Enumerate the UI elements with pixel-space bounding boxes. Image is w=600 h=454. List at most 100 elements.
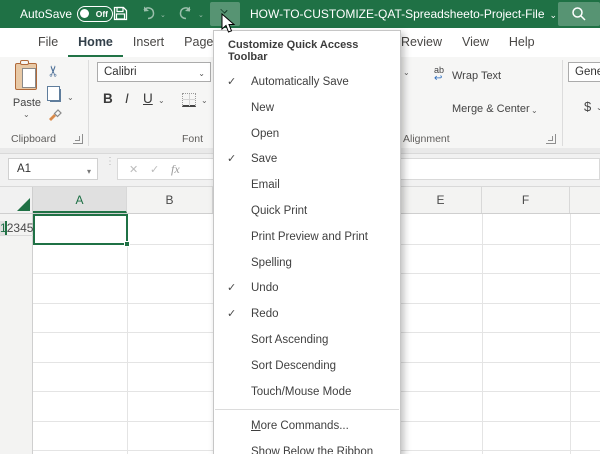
qat-menu-item-label: Undo bbox=[251, 282, 279, 294]
currency-format-button[interactable]: $ bbox=[584, 99, 591, 114]
check-icon: ✓ bbox=[227, 302, 236, 328]
qat-menu-item-label: Spelling bbox=[251, 257, 292, 269]
qat-menu-item[interactable]: ✓ New bbox=[214, 96, 400, 122]
row-header[interactable]: 4 bbox=[20, 221, 27, 236]
underline-button[interactable]: U bbox=[143, 91, 153, 106]
column-header-a[interactable]: A bbox=[33, 187, 127, 213]
qat-menu-item-label: More Commands... bbox=[251, 420, 349, 432]
cancel-icon[interactable]: ✕ bbox=[129, 163, 138, 176]
menu-separator bbox=[215, 409, 399, 410]
qat-menu-item[interactable]: ✓ Redo bbox=[214, 302, 400, 328]
enter-icon[interactable]: ✓ bbox=[150, 163, 159, 176]
qat-menu-items: ✓ Automatically Save ✓ New ✓ Open ✓ Save… bbox=[214, 70, 400, 405]
row-header[interactable]: 1 bbox=[0, 221, 7, 236]
ribbon-tab[interactable]: Home bbox=[68, 28, 123, 57]
merge-dropdown-chevron-icon[interactable]: ⌄ bbox=[531, 106, 538, 115]
select-all-triangle-icon bbox=[17, 198, 30, 211]
qat-menu-item[interactable]: ✓ Undo bbox=[214, 276, 400, 302]
orientation-dropdown-chevron-icon[interactable]: ⌄ bbox=[403, 68, 410, 77]
selected-cell-a1[interactable] bbox=[33, 214, 128, 245]
qat-menu-item[interactable]: ✓ Save bbox=[214, 147, 400, 173]
undo-dropdown-chevron-icon[interactable]: ⌄ bbox=[160, 11, 166, 19]
number-format-combobox[interactable]: Gener bbox=[568, 62, 600, 82]
qat-menu-header: Customize Quick Access Toolbar bbox=[214, 31, 400, 70]
autosave-toggle[interactable]: Off bbox=[77, 6, 113, 22]
autosave-toggle-knob bbox=[80, 9, 89, 18]
font-name-chevron-icon: ⌄ bbox=[198, 69, 205, 78]
autosave-label: AutoSave bbox=[20, 7, 72, 21]
column-header-b[interactable]: B bbox=[127, 187, 213, 213]
wrap-text-icon[interactable]: ab↩ bbox=[434, 66, 450, 83]
qat-menu-item[interactable]: ✓ Quick Print bbox=[214, 199, 400, 225]
qat-menu-item[interactable]: ✓ Print Preview and Print bbox=[214, 225, 400, 251]
qat-menu-item-label: Sort Descending bbox=[251, 360, 336, 372]
font-name-combobox[interactable]: Calibri ⌄ bbox=[97, 62, 211, 82]
format-painter-icon[interactable] bbox=[47, 106, 62, 126]
number-format-value: Gener bbox=[575, 66, 600, 78]
borders-dropdown-chevron-icon[interactable]: ⌄ bbox=[201, 96, 208, 105]
ribbon-tab[interactable]: Insert bbox=[123, 28, 174, 57]
fill-handle[interactable] bbox=[124, 241, 130, 247]
borders-icon[interactable] bbox=[182, 93, 196, 107]
gridline bbox=[570, 214, 571, 454]
column-header-partial[interactable] bbox=[570, 187, 600, 213]
title-dropdown-chevron-icon: ⌄ bbox=[545, 10, 558, 20]
group-separator bbox=[88, 60, 89, 146]
qat-menu-item-label: Email bbox=[251, 179, 280, 191]
qat-menu-item[interactable]: ✓ Automatically Save bbox=[214, 70, 400, 96]
currency-dropdown-chevron-icon[interactable]: ⌄ bbox=[596, 103, 600, 112]
name-box[interactable]: A1 ▾ bbox=[8, 158, 98, 180]
bold-button[interactable]: B bbox=[103, 91, 113, 106]
column-header-f[interactable]: F bbox=[482, 187, 570, 213]
cut-icon[interactable]: ✂ bbox=[44, 65, 62, 78]
qat-menu-item[interactable]: ✓ More Commands... bbox=[214, 414, 400, 440]
clipboard-group-label: Clipboard bbox=[11, 133, 56, 145]
name-box-value: A1 bbox=[17, 163, 31, 175]
qat-menu-item[interactable]: ✓ Email bbox=[214, 173, 400, 199]
column-header-e[interactable]: E bbox=[400, 187, 482, 213]
row-headers: 123456789 bbox=[0, 214, 33, 454]
select-all-corner[interactable] bbox=[0, 187, 33, 214]
excel-window: AutoSave Off ⌄ ⌄ HOW-TO-CUSTOMIZE-QAT-Sp… bbox=[0, 0, 600, 454]
formula-bar-resize-handle[interactable]: ⋮ bbox=[105, 159, 115, 165]
insert-function-icon[interactable]: fx bbox=[171, 162, 180, 177]
document-title[interactable]: HOW-TO-CUSTOMIZE-QAT-Spreadsheeto-Projec… bbox=[250, 7, 550, 21]
ribbon-tab[interactable]: Help bbox=[499, 28, 545, 57]
underline-dropdown-chevron-icon[interactable]: ⌄ bbox=[158, 96, 165, 105]
qat-menu-item[interactable]: ✓ Sort Ascending bbox=[214, 328, 400, 354]
gridline bbox=[482, 214, 483, 454]
wrap-text-label[interactable]: Wrap Text bbox=[452, 70, 501, 82]
qat-menu-item[interactable]: ✓ Open bbox=[214, 122, 400, 148]
copy-icon[interactable] bbox=[50, 89, 61, 102]
check-icon: ✓ bbox=[227, 276, 236, 302]
qat-menu-item-label: Open bbox=[251, 128, 279, 140]
redo-icon[interactable] bbox=[178, 6, 193, 25]
check-icon: ✓ bbox=[227, 147, 236, 173]
copy-dropdown-chevron-icon[interactable]: ⌄ bbox=[67, 93, 74, 102]
qat-menu-item[interactable]: ✓ Touch/Mouse Mode bbox=[214, 380, 400, 406]
tabs-left: FileHomeInsertPage bbox=[28, 28, 223, 57]
ribbon-tab[interactable]: File bbox=[28, 28, 68, 57]
name-box-chevron-icon: ▾ bbox=[87, 167, 91, 176]
alignment-dialog-launcher-icon[interactable] bbox=[546, 134, 556, 144]
mouse-cursor bbox=[221, 13, 236, 39]
merge-center-label[interactable]: Merge & Center bbox=[452, 103, 530, 115]
paste-dropdown-chevron-icon[interactable]: ⌄ bbox=[23, 110, 30, 119]
tabs-right: ReviewViewHelp bbox=[391, 28, 545, 57]
ribbon-tab[interactable]: View bbox=[452, 28, 499, 57]
redo-dropdown-chevron-icon[interactable]: ⌄ bbox=[198, 11, 204, 19]
qat-menu-item[interactable]: ✓ Spelling bbox=[214, 251, 400, 277]
alignment-group-label: Alignment bbox=[403, 133, 450, 145]
qat-menu-item-label: Automatically Save bbox=[251, 76, 349, 88]
qat-menu-item[interactable]: ✓ Sort Descending bbox=[214, 354, 400, 380]
qat-menu-item-label: Sort Ascending bbox=[251, 334, 328, 346]
qat-menu-item[interactable]: ✓ Show Below the Ribbon bbox=[214, 440, 400, 454]
paste-button-label[interactable]: Paste bbox=[9, 97, 45, 109]
clipboard-dialog-launcher-icon[interactable] bbox=[73, 134, 83, 144]
paste-icon[interactable] bbox=[15, 63, 37, 90]
save-icon[interactable] bbox=[113, 6, 128, 26]
search-button[interactable] bbox=[558, 2, 600, 26]
italic-button[interactable]: I bbox=[125, 91, 129, 106]
qat-menu-footer-items: ✓ More Commands... ✓ Show Below the Ribb… bbox=[214, 414, 400, 454]
undo-icon[interactable] bbox=[141, 6, 156, 25]
